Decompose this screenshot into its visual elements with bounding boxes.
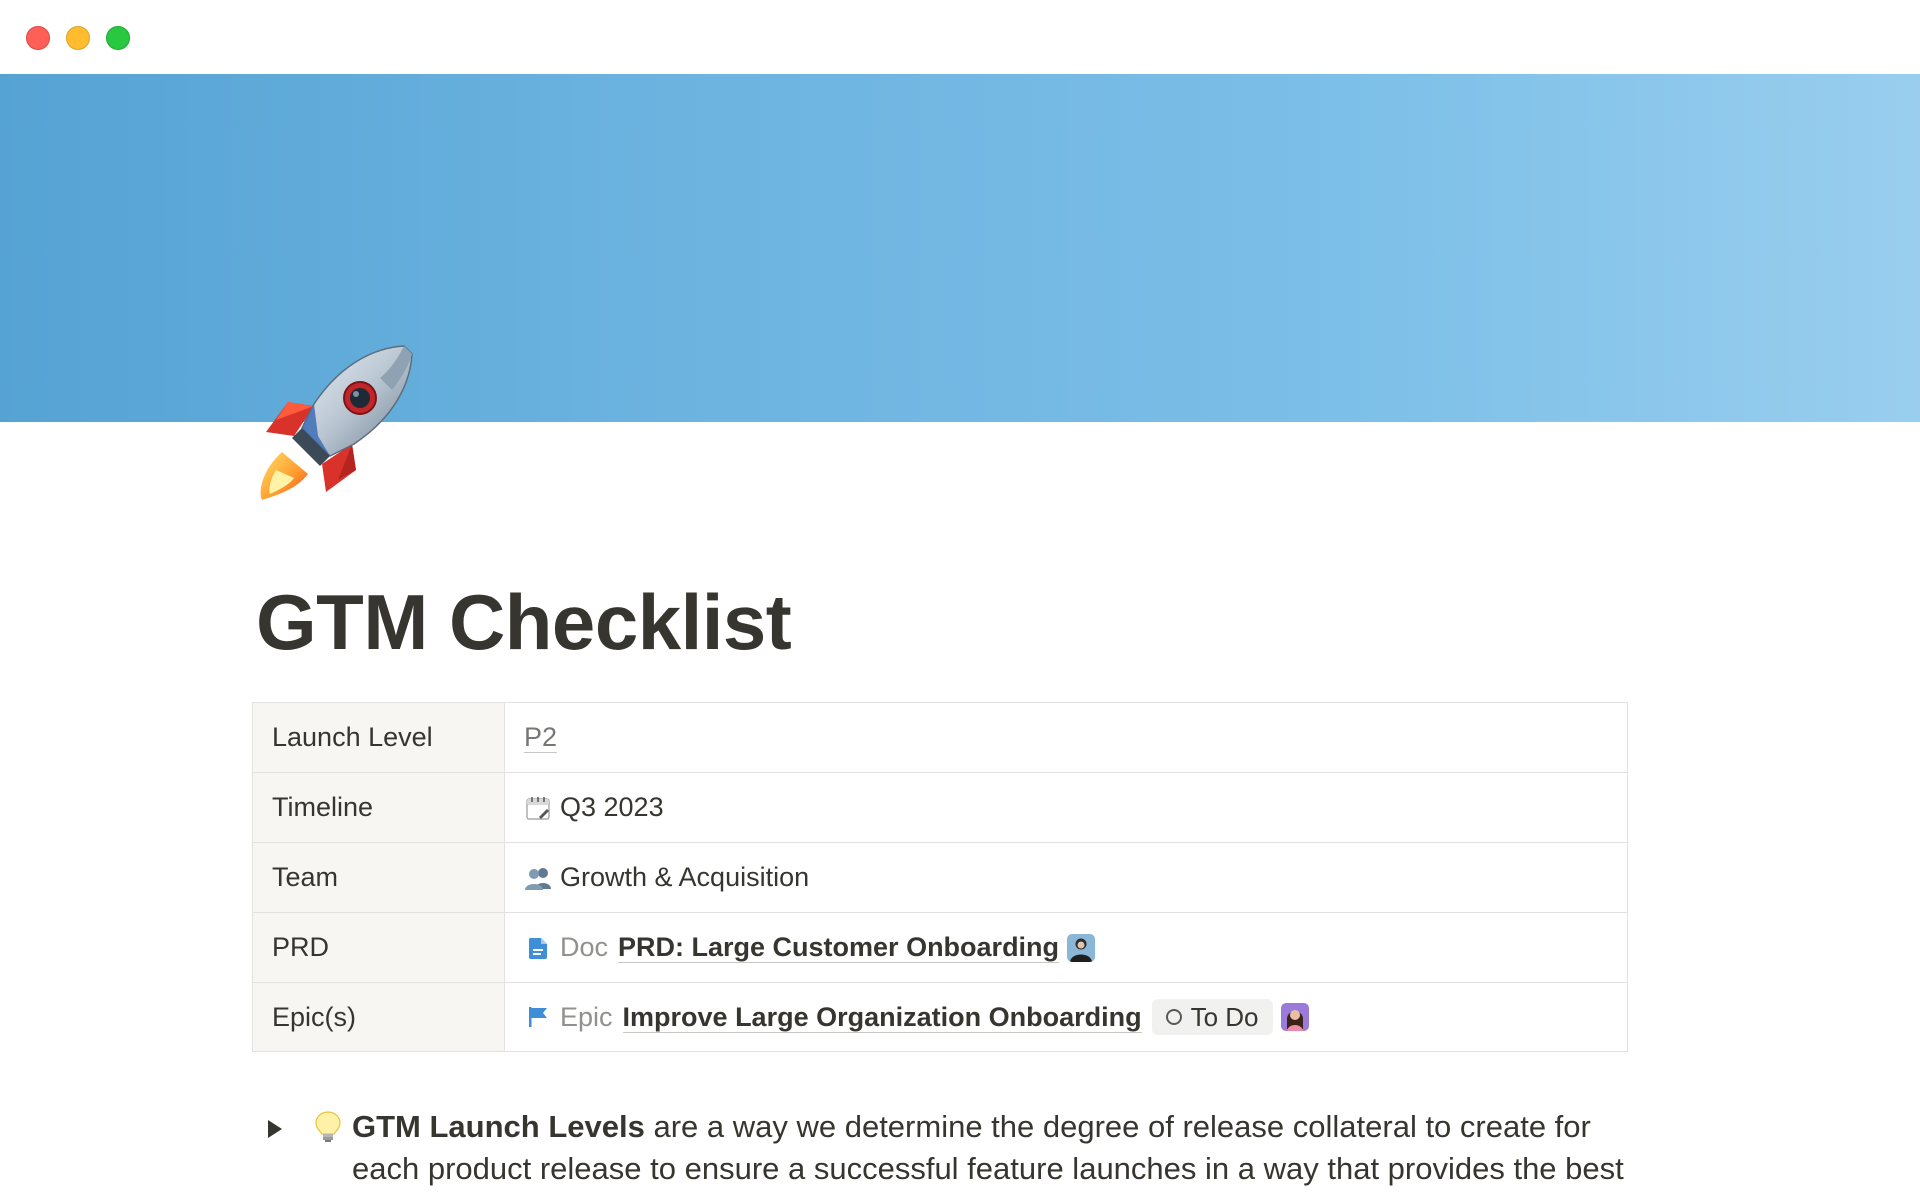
toggle-arrow-icon[interactable] — [268, 1120, 282, 1138]
property-row-team: Team Growth & Acquisition — [253, 843, 1627, 913]
property-label[interactable]: Team — [253, 843, 505, 912]
property-value-cell[interactable]: Q3 2023 — [505, 773, 1627, 842]
property-row-timeline: Timeline Q3 2023 — [253, 773, 1627, 843]
property-row-prd: PRD Doc PRD: Large Customer Onboarding — [253, 913, 1627, 983]
title-bar — [0, 0, 1920, 74]
status-badge[interactable]: To Do — [1151, 999, 1273, 1035]
property-label[interactable]: Timeline — [253, 773, 505, 842]
property-label[interactable]: Launch Level — [253, 703, 505, 772]
property-value-cell[interactable]: P2 — [505, 703, 1627, 772]
property-label[interactable]: Epic(s) — [253, 983, 505, 1051]
status-label: To Do — [1190, 1001, 1259, 1032]
timeline-value: Q3 2023 — [560, 792, 664, 822]
property-row-epics: Epic(s) Epic Improve Large Organization … — [253, 983, 1627, 1051]
launch-levels-toggle: GTM Launch Levels are a way we determine… — [262, 1100, 1662, 1200]
team-value: Growth & Acquisition — [560, 862, 810, 892]
status-circle-icon — [1165, 1009, 1182, 1025]
property-label[interactable]: PRD — [253, 913, 505, 982]
relation-type-label: Doc — [560, 932, 609, 962]
owner-avatar[interactable] — [1067, 933, 1096, 962]
property-value-cell[interactable]: Epic Improve Large Organization Onboardi… — [505, 983, 1627, 1051]
lightbulb-icon — [314, 1110, 342, 1144]
toggle-bold-text: GTM Launch Levels — [352, 1109, 645, 1144]
rocket-icon[interactable] — [252, 340, 418, 506]
epic-link[interactable]: Improve Large Organization Onboarding — [622, 1002, 1142, 1033]
toggle-text[interactable]: GTM Launch Levels are a way we determine… — [352, 1106, 1652, 1190]
relation-type-label: Epic — [560, 1001, 613, 1032]
minimize-window-button[interactable] — [66, 26, 90, 50]
people-icon — [524, 864, 552, 892]
close-window-button[interactable] — [26, 26, 50, 50]
maximize-window-button[interactable] — [106, 26, 130, 50]
assignee-avatar[interactable] — [1280, 1003, 1309, 1031]
property-value-cell[interactable]: Doc PRD: Large Customer Onboarding — [505, 913, 1627, 982]
notion-window: GTM Checklist Launch Level P2 Timeline Q… — [0, 0, 1920, 1200]
properties-table: Launch Level P2 Timeline Q3 2023 Team Gr… — [252, 702, 1628, 1052]
page-title[interactable]: GTM Checklist — [256, 574, 792, 670]
calendar-icon — [524, 794, 552, 822]
prd-link[interactable]: PRD: Large Customer Onboarding — [618, 932, 1060, 963]
launch-level-value[interactable]: P2 — [524, 722, 558, 753]
doc-icon — [524, 934, 552, 962]
property-value-cell[interactable]: Growth & Acquisition — [505, 843, 1627, 912]
flag-icon — [524, 1003, 552, 1031]
property-row-launch-level: Launch Level P2 — [253, 703, 1627, 773]
